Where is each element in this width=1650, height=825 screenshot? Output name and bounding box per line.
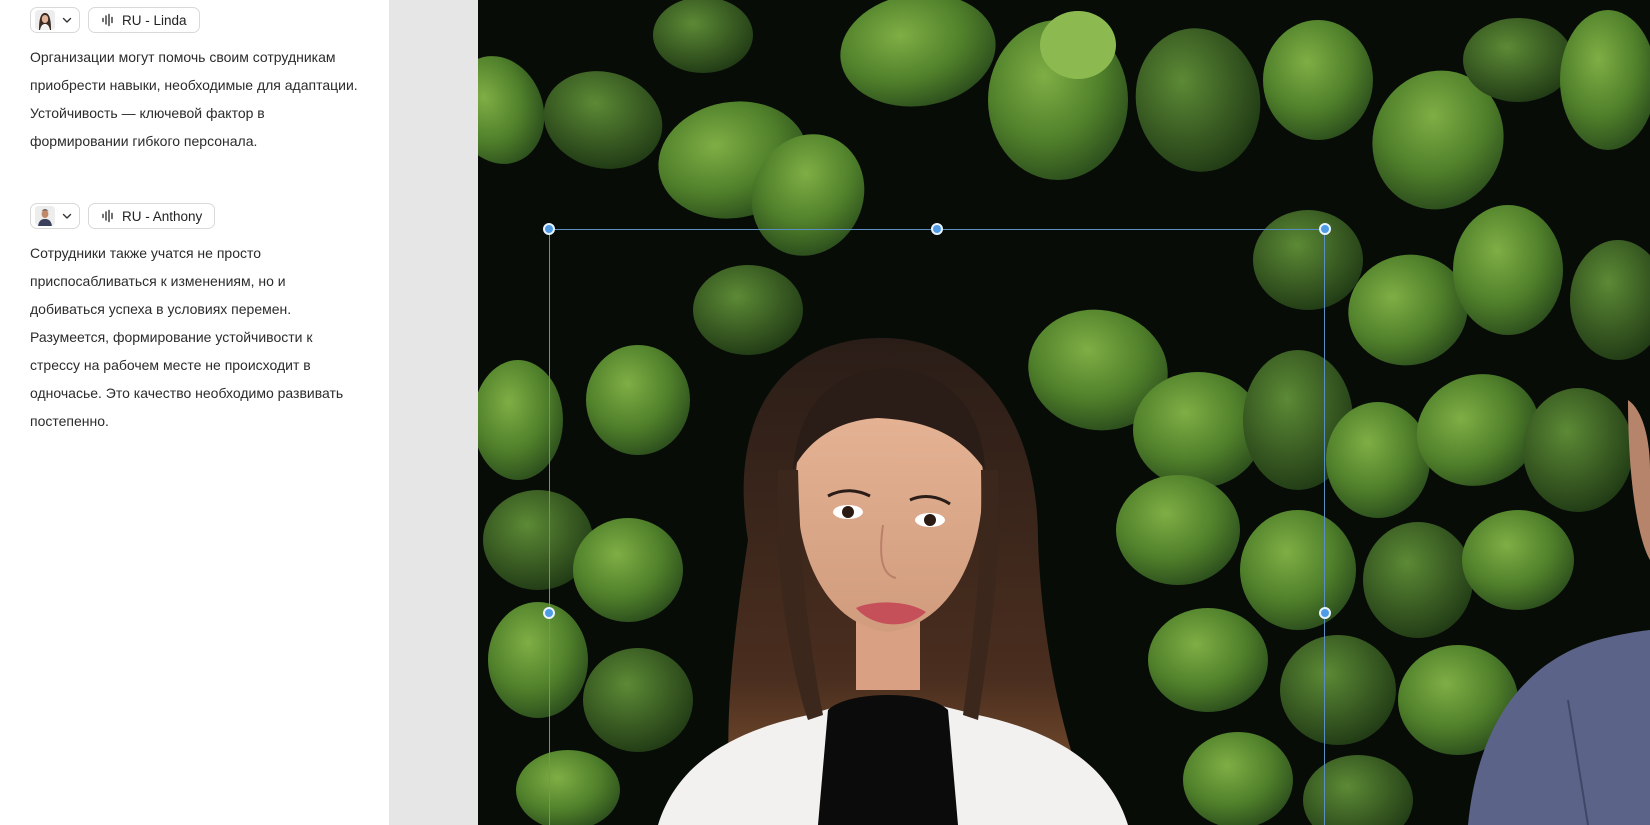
chevron-down-icon [62,213,72,219]
resize-handle-middle-left[interactable] [543,607,555,619]
script-block-controls: RU - Anthony [30,202,360,230]
script-panel: RU - Linda Организации могут помочь свои… [0,0,390,825]
avatar-dropdown[interactable] [30,203,80,229]
script-block-controls: RU - Linda [30,6,360,34]
resize-handle-top-right[interactable] [1319,223,1331,235]
avatar-selection-frame[interactable] [549,229,1325,825]
chevron-down-icon [62,17,72,23]
canvas-gutter [390,0,478,825]
voice-select-button[interactable]: RU - Anthony [88,203,216,229]
script-text[interactable]: Сотрудники также учатся не просто приспо… [30,239,360,435]
resize-handle-middle-right[interactable] [1319,607,1331,619]
voice-label: RU - Anthony [122,208,203,224]
avatar [35,10,55,30]
script-block-2: RU - Anthony Сотрудники также учатся не … [30,202,360,435]
video-canvas[interactable] [478,0,1650,825]
script-block-1: RU - Linda Организации могут помочь свои… [30,6,360,155]
voice-select-button[interactable]: RU - Linda [88,7,200,33]
audio-waveform-icon [102,209,113,223]
voice-label: RU - Linda [122,12,187,28]
script-text[interactable]: Организации могут помочь своим сотрудник… [30,43,360,155]
resize-handle-top-left[interactable] [543,223,555,235]
avatar-dropdown[interactable] [30,7,80,33]
resize-handle-top-center[interactable] [931,223,943,235]
audio-waveform-icon [102,13,113,27]
avatar [35,206,55,226]
